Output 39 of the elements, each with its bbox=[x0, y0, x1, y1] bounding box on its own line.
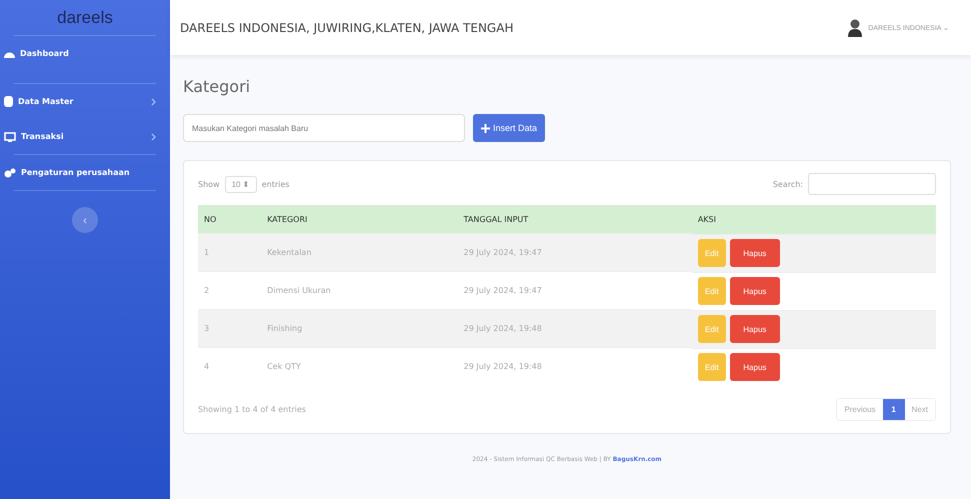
show-label: Show bbox=[198, 180, 220, 188]
delete-button[interactable]: Hapus bbox=[730, 315, 780, 343]
brand-logo[interactable]: dareels bbox=[14, 0, 156, 35]
chevron-icon bbox=[151, 132, 156, 140]
sidebar-item[interactable]: Dashboard bbox=[4, 36, 156, 71]
sidebar-item[interactable]: Pengaturan perusahaan bbox=[4, 155, 156, 190]
sidebar-item[interactable]: Transaksi bbox=[4, 119, 156, 154]
chevron-icon bbox=[151, 98, 156, 106]
column-header[interactable]: AKSI bbox=[692, 205, 936, 234]
page-heading: Kategori bbox=[183, 77, 252, 96]
column-header[interactable]: KATEGORI bbox=[261, 205, 458, 234]
table-info: Showing 1 to 4 of 4 entries bbox=[198, 404, 306, 414]
search-field[interactable] bbox=[808, 173, 936, 195]
sidebar-item[interactable]: Data Master bbox=[4, 84, 156, 119]
table-cell: Cek QTY bbox=[261, 348, 458, 386]
sidebar-toggle-button[interactable]: ‹ bbox=[72, 207, 98, 233]
column-header[interactable]: TANGGAL INPUT bbox=[458, 205, 692, 234]
page-size-select[interactable]: 10 ⬍ bbox=[224, 176, 257, 192]
delete-button[interactable]: Hapus bbox=[730, 239, 780, 267]
table-cell: Kekentalan bbox=[261, 234, 458, 272]
table-cell: 29 July 2024, 19:48 bbox=[458, 310, 692, 348]
table-cell: 29 July 2024, 19:48 bbox=[458, 348, 692, 386]
delete-button[interactable]: Hapus bbox=[730, 277, 780, 305]
table-cell: 29 July 2024, 19:47 bbox=[458, 234, 692, 272]
entries-label: entries bbox=[262, 180, 290, 188]
column-header[interactable]: NO bbox=[198, 205, 262, 234]
user-avatar-icon bbox=[848, 18, 862, 36]
company-title: DAREELS INDONESIA, JUWIRING,KLATEN, JAWA TENGAH bbox=[180, 20, 514, 34]
plus-icon bbox=[481, 124, 490, 132]
delete-button[interactable]: Hapus bbox=[730, 353, 780, 381]
insert-data-button[interactable]: Insert Data bbox=[473, 114, 546, 142]
table-cell: 4 bbox=[198, 348, 262, 386]
input-field[interactable]: Masukan Kategori masalah Baru bbox=[183, 114, 465, 142]
search-label: Search: bbox=[772, 180, 803, 188]
table-cell: Finishing bbox=[261, 310, 458, 348]
page-button[interactable]: 1 bbox=[882, 398, 905, 420]
monitor-icon bbox=[4, 132, 16, 142]
table-cell: 3 bbox=[198, 310, 262, 348]
table-cell: 1 bbox=[198, 234, 262, 272]
